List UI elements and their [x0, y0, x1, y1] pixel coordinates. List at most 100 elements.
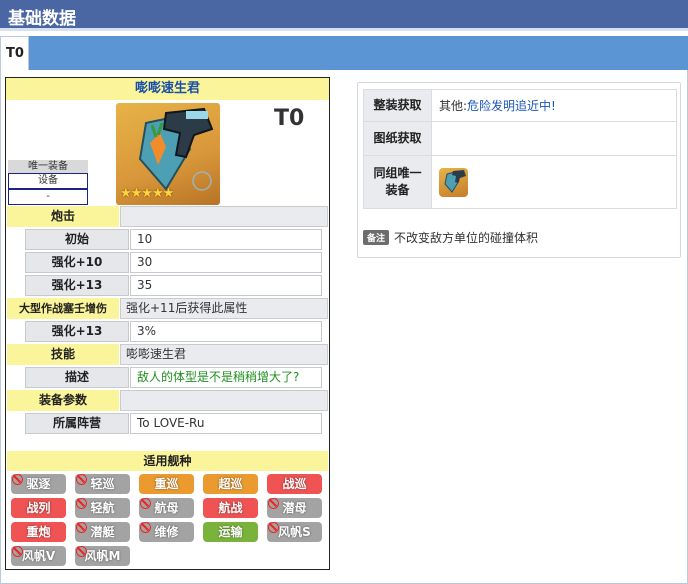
ship-type-label: 航母 [154, 501, 179, 515]
note: 备注 不改变敌方单位的碰撞体积 [363, 229, 538, 246]
acquire-label: 整装获取 [364, 90, 432, 121]
ship-type-badge: 航母 [139, 498, 194, 518]
ship-type-badge: 战巡 [267, 474, 322, 494]
group-unique-value [432, 156, 676, 208]
tier-label: T0 [274, 106, 305, 131]
unique-type: 设备 [8, 173, 88, 189]
not-allowed-icon [268, 498, 279, 509]
stat-value: 10 [130, 229, 322, 250]
unique-equipment-box: 唯一装备 设备 - [8, 160, 88, 205]
ship-type-badge: 潜母 [267, 498, 322, 518]
group-unique-label: 同组唯一装备 [364, 156, 432, 208]
tab-label: T0 [6, 46, 24, 61]
faction-row: 所属阵营 To LOVE-Ru [25, 413, 322, 435]
cannon-label: 炮击 [7, 206, 119, 227]
skill-desc-label: 描述 [25, 367, 129, 388]
equipment-card: 嘭嘭速生君 唯一装备 设备 - ★★★★★ T0 炮击 初始 10 强化+10 … [5, 77, 330, 570]
page-header: 基础数据 [0, 0, 688, 31]
ship-type-label: 重炮 [26, 525, 51, 539]
not-allowed-icon [12, 474, 23, 485]
bonus-label: 大型作战塞壬增伤 [7, 298, 119, 319]
ship-type-badge: 风帆M [75, 546, 130, 566]
skill-value: 嘭嘭速生君 [120, 344, 328, 365]
acquisition-table: 整装获取 其他: 危险发明追近中! 图纸获取 同组唯一装备 [363, 89, 677, 209]
acquire-link[interactable]: 危险发明追近中! [467, 97, 556, 114]
ship-type-badge: 运输 [203, 522, 258, 542]
stat-label: 初始 [25, 229, 129, 250]
ship-type-badge: 风帆V [11, 546, 66, 566]
stat-value: 3% [130, 321, 322, 342]
equipment-name: 嘭嘭速生君 [6, 78, 329, 100]
ship-type-badge: 驱逐 [11, 474, 66, 494]
ship-types-header: 适用舰种 [7, 451, 328, 471]
stat-label: 强化+10 [25, 252, 129, 273]
acquire-value: 其他: 危险发明追近中! [432, 90, 676, 121]
not-allowed-icon [76, 498, 87, 509]
bonus-value: 强化+11后获得此属性 [120, 298, 328, 319]
unique-extra: - [8, 189, 88, 205]
acquire-row: 整装获取 其他: 危险发明追近中! [364, 90, 676, 122]
skill-desc-row: 描述 敌人的体型是不是稍稍增大了? [25, 367, 322, 389]
blueprint-row: 图纸获取 [364, 122, 676, 156]
group-equipment-icon[interactable] [439, 167, 468, 197]
not-allowed-icon [140, 522, 151, 533]
stat-label: 强化+13 [25, 275, 129, 296]
rarity-stars: ★★★★★ [120, 186, 174, 201]
ship-type-badge: 轻航 [75, 498, 130, 518]
skill-label: 技能 [7, 344, 119, 365]
faction-label: 所属阵营 [25, 413, 129, 434]
params-value [120, 390, 328, 411]
not-allowed-icon [268, 522, 279, 533]
ship-type-badge: 战列 [11, 498, 66, 518]
bonus-row: 大型作战塞壬增伤 强化+11后获得此属性 [7, 298, 328, 320]
ship-type-label: 轻航 [90, 501, 115, 515]
params-row: 装备参数 [7, 390, 328, 412]
not-allowed-icon [76, 546, 87, 557]
skill-row: 技能 嘭嘭速生君 [7, 344, 328, 366]
skill-desc-value: 敌人的体型是不是稍稍增大了? [130, 367, 322, 388]
acquisition-panel: 整装获取 其他: 危险发明追近中! 图纸获取 同组唯一装备 备注 不改变敌方单位… [357, 82, 681, 258]
stat-value: 30 [130, 252, 322, 273]
tab-bar: T0 [0, 36, 688, 70]
cannon-row: 炮击 [7, 206, 328, 228]
ship-type-label: 战列 [26, 501, 51, 515]
note-text: 不改变敌方单位的碰撞体积 [394, 231, 539, 245]
not-allowed-icon [140, 498, 151, 509]
blueprint-label: 图纸获取 [364, 122, 432, 155]
ship-type-label: 航战 [218, 501, 243, 515]
ship-type-badge: 航战 [203, 498, 258, 518]
stat-row: 初始 10 [25, 229, 322, 251]
stat-row: 强化+13 35 [25, 275, 322, 297]
ship-type-label: 驱逐 [26, 477, 51, 491]
ship-type-badge: 重炮 [11, 522, 66, 542]
ship-type-label: 风帆V [21, 549, 56, 563]
ship-type-badge: 风帆S [267, 522, 322, 542]
ship-type-label: 潜母 [282, 501, 307, 515]
cannon-value [120, 206, 328, 227]
tab-t0[interactable]: T0 [0, 36, 29, 70]
equipment-image: ★★★★★ [116, 103, 220, 205]
group-unique-row: 同组唯一装备 [364, 156, 676, 208]
stat-value: 35 [130, 275, 322, 296]
params-label: 装备参数 [7, 390, 119, 411]
stat-row: 强化+13 3% [25, 321, 322, 343]
ship-type-badge: 超巡 [203, 474, 258, 494]
ship-type-badge: 维修 [139, 522, 194, 542]
unique-label: 唯一装备 [8, 160, 88, 173]
blueprint-value [432, 122, 676, 155]
page-title: 基础数据 [8, 9, 76, 29]
ship-type-label: 风帆M [84, 549, 121, 563]
stat-row: 强化+10 30 [25, 252, 322, 274]
ship-type-badge: 潜艇 [75, 522, 130, 542]
ship-type-badge: 重巡 [139, 474, 194, 494]
ship-type-label: 风帆S [278, 525, 311, 539]
faction-value: To LOVE-Ru [130, 413, 322, 434]
acquire-prefix: 其他: [439, 99, 468, 113]
ship-type-label: 超巡 [218, 477, 243, 491]
not-allowed-icon [12, 546, 23, 557]
ship-type-badge: 轻巡 [75, 474, 130, 494]
not-allowed-icon [76, 474, 87, 485]
ship-type-label: 轻巡 [90, 477, 115, 491]
ship-type-label: 维修 [154, 525, 179, 539]
stat-label: 强化+13 [25, 321, 129, 342]
